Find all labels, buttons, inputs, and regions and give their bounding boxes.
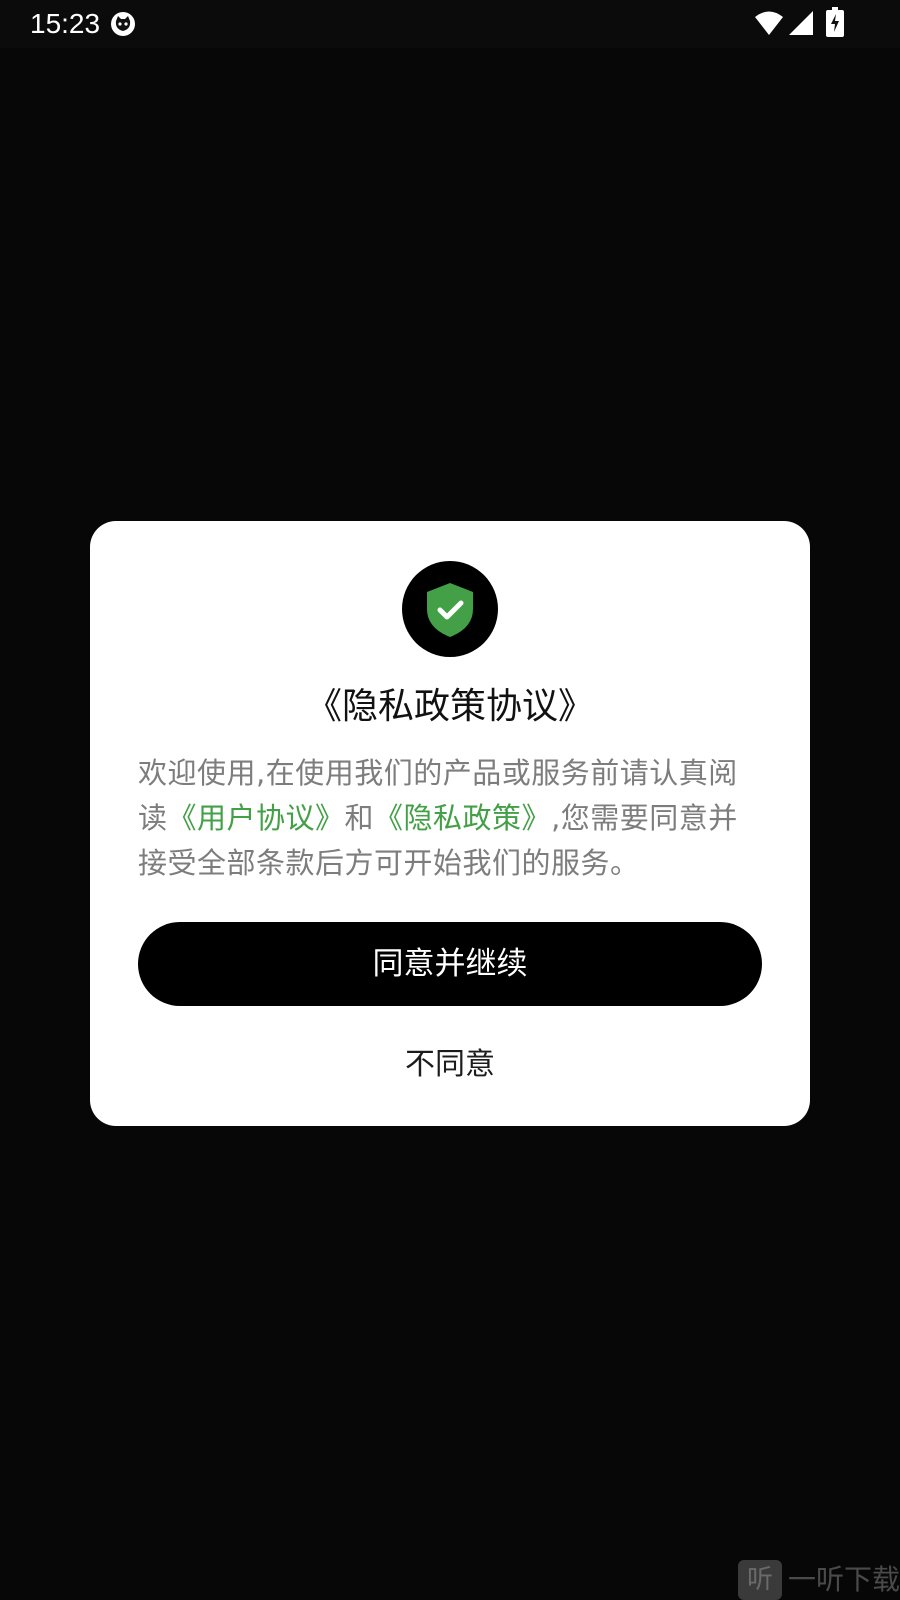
watermark: 听 一听下载 [738, 1560, 900, 1600]
agree-continue-button[interactable]: 同意并继续 [138, 922, 762, 1006]
dialog-body: 欢迎使用,在使用我们的产品或服务前请认真阅读《用户协议》和《隐私政策》,您需要同… [138, 751, 762, 886]
screen: 15:23 《隐私政策协议》 欢迎使用,在使用我们的产品或服务前请认真阅读《用户… [0, 0, 900, 1600]
privacy-policy-link[interactable]: 《隐私政策》 [374, 801, 551, 835]
battery-charging-icon [826, 7, 844, 37]
privacy-dialog: 《隐私政策协议》 欢迎使用,在使用我们的产品或服务前请认真阅读《用户协议》和《隐… [90, 521, 810, 1126]
status-bar: 15:23 [0, 0, 900, 48]
wifi-icon [754, 10, 784, 36]
disagree-button[interactable]: 不同意 [350, 1037, 550, 1093]
notification-cat-icon [110, 11, 136, 37]
watermark-text: 一听下载 [788, 1563, 900, 1596]
body-text-and: 和 [344, 801, 375, 835]
user-agreement-link[interactable]: 《用户协议》 [168, 801, 345, 835]
shield-check-icon [402, 561, 498, 657]
status-time: 15:23 [30, 8, 101, 39]
dialog-title: 《隐私政策协议》 [305, 686, 594, 727]
watermark-logo: 听 [738, 1560, 782, 1600]
cell-signal-icon [788, 10, 814, 36]
